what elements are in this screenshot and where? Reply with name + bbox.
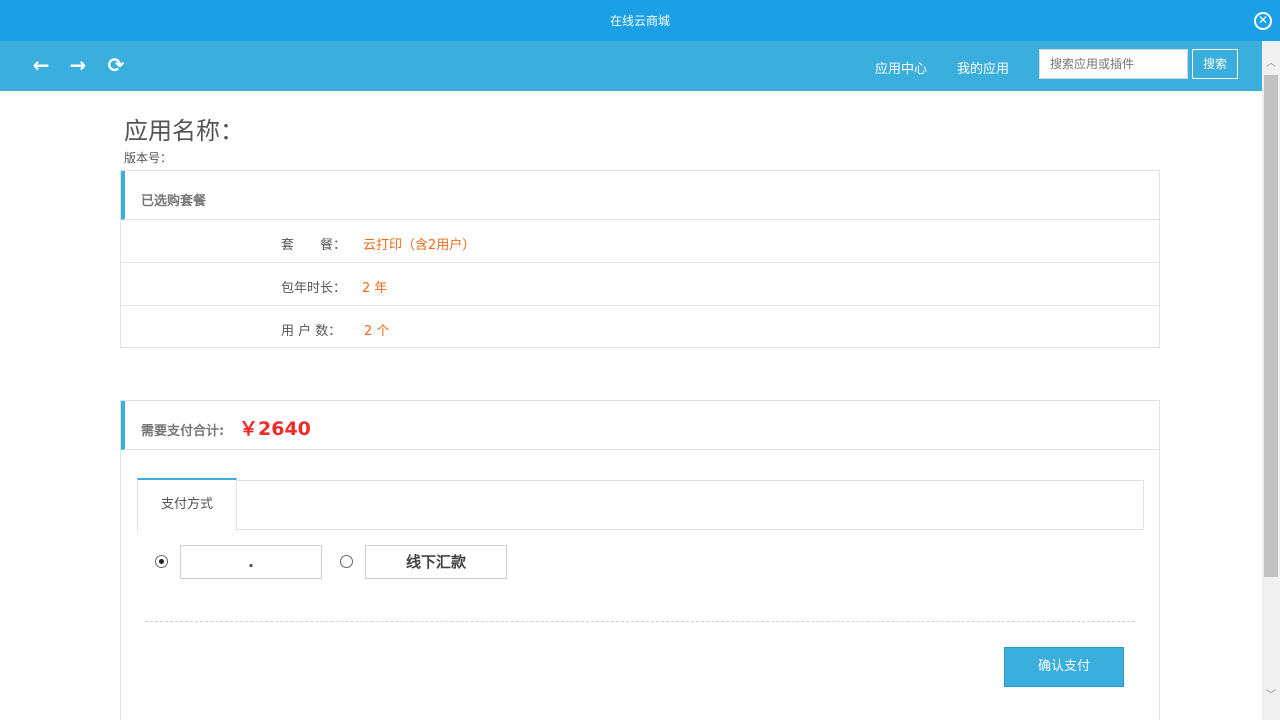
package-row: 套 餐： 云打印（含2用户） <box>121 220 1159 263</box>
nav-link-app-center[interactable]: 应用中心 <box>875 58 927 77</box>
scroll-down-icon[interactable]: ﹀ <box>1262 687 1280 705</box>
app-version: 版本号： <box>124 151 173 165</box>
user-count-value: 2 个 <box>364 324 390 339</box>
search-button[interactable]: 搜索 <box>1192 49 1238 79</box>
tab-payment-method[interactable]: 支付方式 <box>137 478 237 531</box>
nav-link-my-apps[interactable]: 我的应用 <box>957 58 1009 77</box>
search-input[interactable] <box>1039 49 1188 79</box>
total-amount: ￥2640 <box>239 418 311 440</box>
payment-tabs: 支付方式 <box>137 478 1144 531</box>
selected-package-heading: 已选购套餐 <box>141 194 207 209</box>
back-arrow-icon[interactable]: ← <box>30 54 52 76</box>
selected-package-panel: 已选购套餐 套 餐： 云打印（含2用户） 包年时长： 2 年 用 户 数： 2 … <box>120 170 1160 348</box>
main-content: 应用名称： 版本号： 已选购套餐 套 餐： 云打印（含2用户） 包年时长： 2 … <box>0 91 1262 720</box>
panel-header: 已选购套餐 <box>121 171 1159 220</box>
panel-header: 需要支付合计: ￥2640 <box>121 401 1159 450</box>
app-name-heading: 应用名称： <box>124 117 244 145</box>
payment-option-1[interactable]: . <box>180 545 322 579</box>
close-icon[interactable]: ✕ <box>1254 12 1272 30</box>
scroll-up-icon[interactable]: ︿ <box>1262 55 1280 73</box>
duration-key: 包年时长： <box>281 281 347 296</box>
payment-option-radio-1[interactable] <box>155 555 168 568</box>
forward-arrow-icon[interactable]: → <box>67 54 89 76</box>
payment-option-offline-transfer[interactable]: 线下汇款 <box>365 545 507 579</box>
refresh-icon[interactable]: ⟳ <box>105 54 127 76</box>
user-count-key: 用 户 数： <box>281 324 342 339</box>
duration-row: 包年时长： 2 年 <box>121 263 1159 306</box>
package-key: 套 餐： <box>281 238 347 253</box>
nav-bar: ← → ⟳ 应用中心 我的应用 搜索 <box>0 41 1262 91</box>
payment-panel: 需要支付合计: ￥2640 支付方式 . 线下汇款 确认支付 <box>120 400 1160 720</box>
duration-value: 2 年 <box>362 281 388 296</box>
total-label: 需要支付合计: <box>141 424 225 439</box>
window-title: 在线云商城 <box>609 14 670 28</box>
payment-option-radio-2[interactable] <box>340 555 353 568</box>
confirm-payment-button[interactable]: 确认支付 <box>1004 647 1124 687</box>
scrollbar-thumb[interactable] <box>1264 75 1278 577</box>
package-value: 云打印（含2用户） <box>363 238 476 253</box>
divider <box>145 621 1135 622</box>
title-bar: 在线云商城 ✕ <box>0 0 1280 41</box>
user-count-row: 用 户 数： 2 个 <box>121 306 1159 349</box>
vertical-scrollbar[interactable]: ︿ ﹀ <box>1262 41 1280 720</box>
